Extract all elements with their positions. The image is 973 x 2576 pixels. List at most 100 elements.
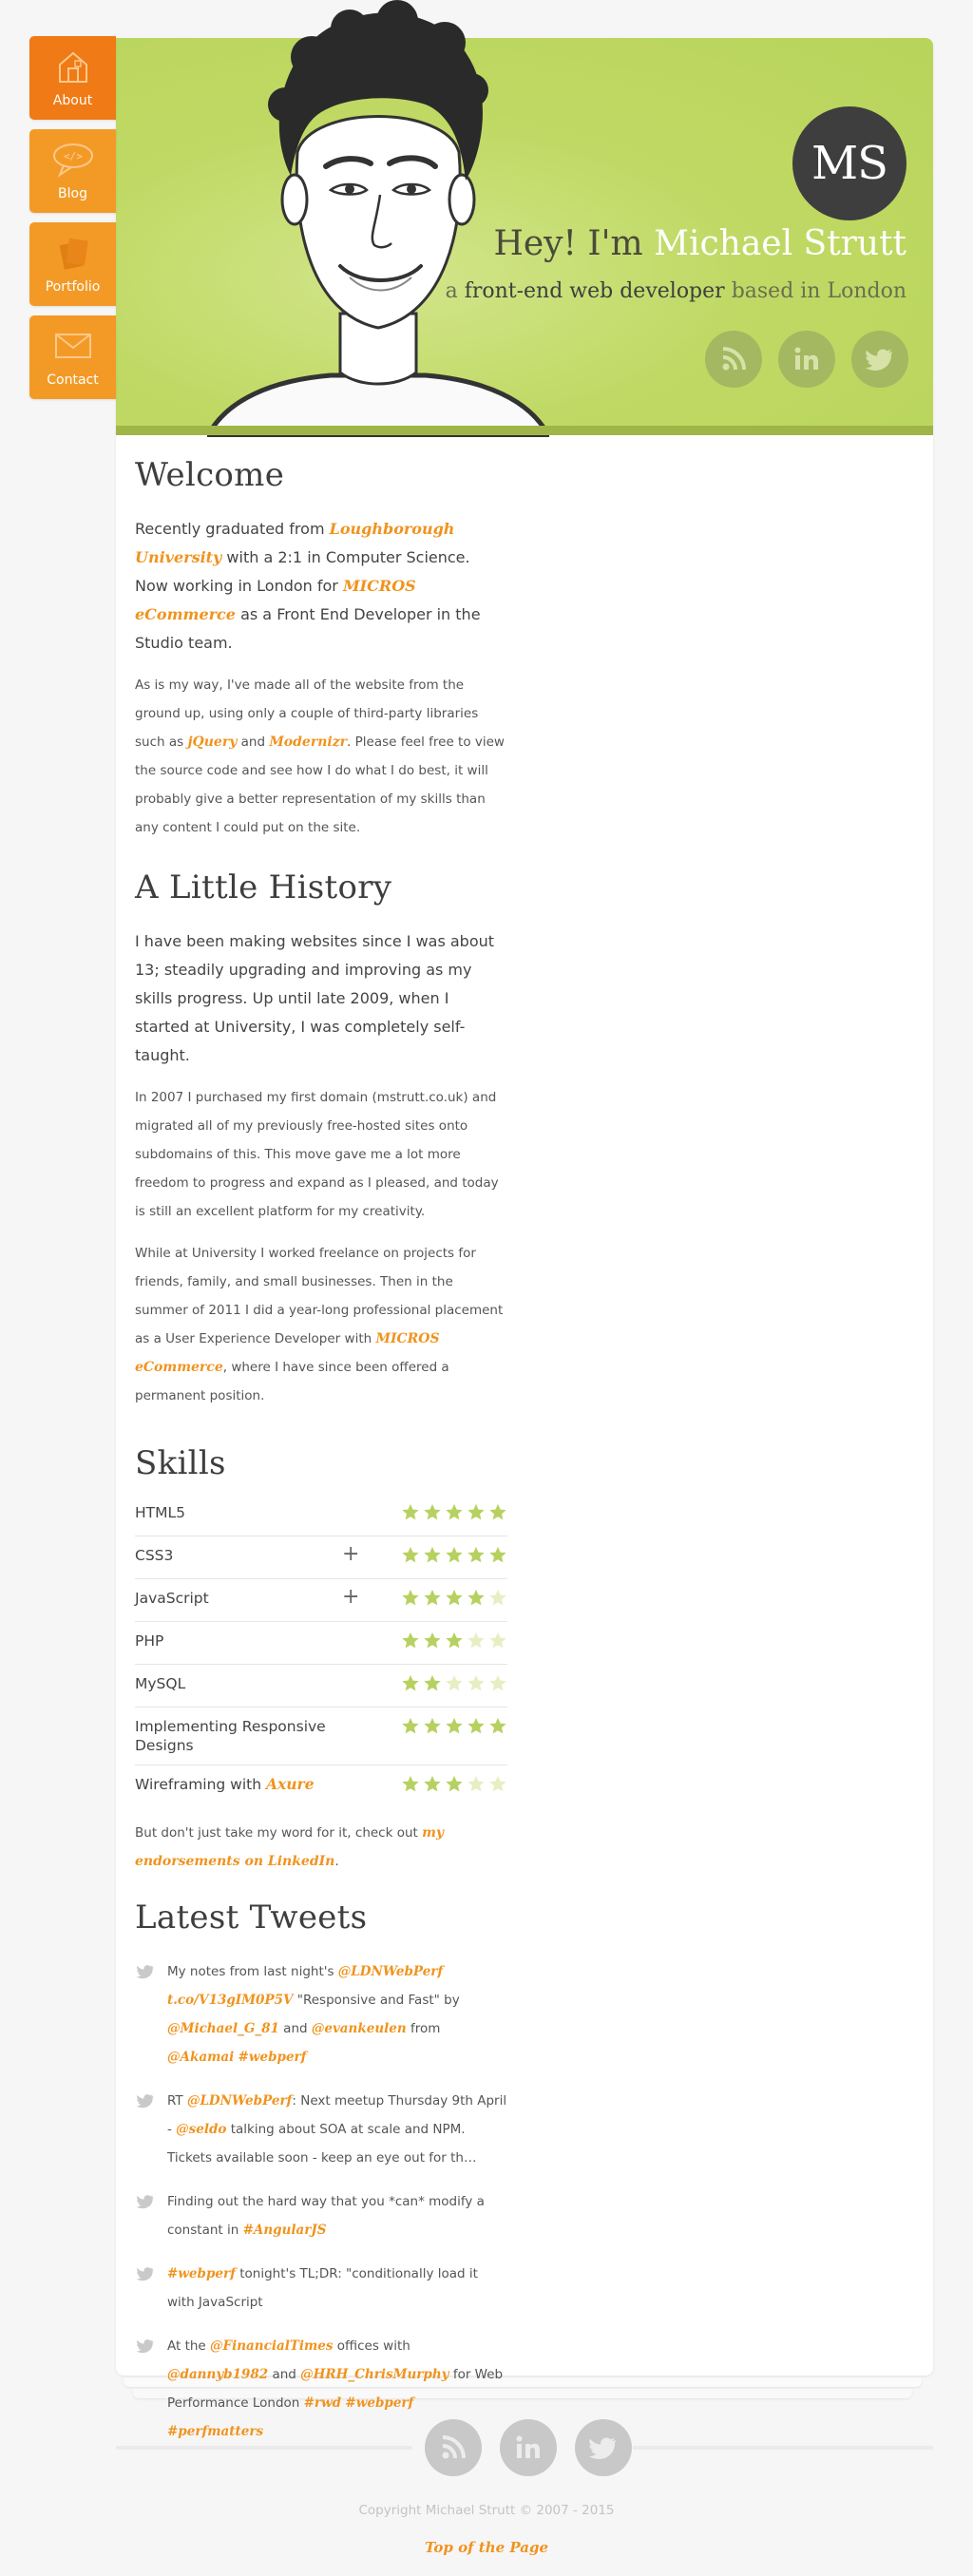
welcome-lead: Recently graduated from Loughborough Uni… — [135, 515, 507, 658]
tweet-item: #webperf tonight's TL;DR: "conditionally… — [135, 2260, 507, 2317]
nav-contact-label: Contact — [47, 372, 99, 388]
rss-button[interactable] — [704, 331, 762, 388]
modernizr-link[interactable]: Modernizr — [269, 735, 347, 750]
owner-name: Michael Strutt — [654, 224, 906, 263]
tweet-list: My notes from last night's @LDNWebPerf t… — [135, 1957, 507, 2446]
star-icon — [489, 1631, 506, 1649]
mention-link[interactable]: @dannyb1982 — [167, 2367, 268, 2382]
nav-about[interactable]: About — [29, 36, 116, 120]
rss-icon — [442, 2435, 466, 2459]
star-rating — [398, 1775, 507, 1796]
footer-linkedin-button[interactable] — [500, 2419, 558, 2476]
tagline: a front-end web developer based in Londo… — [446, 279, 906, 303]
star-icon — [402, 1546, 419, 1563]
greeting-text: Hey! I'm — [493, 224, 643, 263]
greeting-heading: Hey! I'm Michael Strutt — [493, 224, 906, 263]
star-icon — [446, 1503, 463, 1520]
hashtag-link[interactable]: #webperf — [345, 2395, 413, 2411]
footer-rss-button[interactable] — [425, 2419, 482, 2476]
copyright-text: Copyright Michael Strutt © 2007 - 2015 — [358, 2503, 615, 2518]
star-rating — [398, 1674, 507, 1695]
nav-about-label: About — [52, 93, 93, 108]
mention-link[interactable]: @Michael_G_81 — [167, 2021, 279, 2036]
star-icon — [424, 1775, 441, 1792]
skill-row[interactable]: CSS3 + — [135, 1536, 507, 1579]
star-icon — [467, 1589, 485, 1606]
linkedin-button[interactable] — [777, 331, 835, 388]
star-icon — [467, 1503, 485, 1520]
footer-divider — [633, 2446, 933, 2450]
skill-name: JavaScript — [135, 1589, 334, 1608]
twitter-icon — [136, 2339, 154, 2354]
hashtag-link[interactable]: #perfmatters — [167, 2424, 263, 2439]
skill-name-text: Implementing Responsive Designs — [135, 1718, 326, 1754]
mention-link[interactable]: @LDNWebPerf — [187, 2093, 292, 2109]
twitter-icon — [136, 1965, 154, 1979]
star-rating — [398, 1631, 507, 1652]
mention-link[interactable]: @seldo — [176, 2122, 226, 2137]
hashtag-link[interactable]: #webperf — [167, 2266, 236, 2281]
star-icon — [467, 1546, 485, 1563]
mention-link[interactable]: @evankeulen — [312, 2021, 407, 2036]
twitter-button[interactable] — [851, 331, 908, 388]
house-icon — [58, 51, 87, 83]
mention-link[interactable]: @Akamai — [167, 2050, 234, 2065]
skill-name-text: CSS3 — [135, 1547, 174, 1564]
skill-name: Wireframing with Axure — [135, 1775, 334, 1794]
skill-row: MySQL — [135, 1665, 507, 1708]
hashtag-link[interactable]: #AngularJS — [243, 2223, 327, 2238]
hashtag-link[interactable]: #rwd — [304, 2395, 342, 2411]
twitter-icon — [588, 2437, 617, 2459]
history-paragraph: While at University I worked freelance o… — [135, 1239, 507, 1410]
expand-plus-icon[interactable]: + — [342, 1587, 359, 1608]
linkedin-icon — [516, 2435, 541, 2458]
expand-plus-icon[interactable]: + — [342, 1544, 359, 1565]
axure-link[interactable]: Axure — [266, 1775, 315, 1793]
documents-icon — [59, 238, 88, 270]
linkedin-icon — [794, 347, 818, 370]
ms-logo: MS — [792, 106, 906, 220]
skill-name: HTML5 — [135, 1503, 334, 1522]
svg-text:</>: </> — [64, 150, 83, 162]
nav-contact[interactable]: Contact — [29, 315, 116, 399]
star-rating — [398, 1546, 507, 1567]
skill-row: Implementing Responsive Designs — [135, 1708, 507, 1765]
twitter-icon — [136, 2195, 154, 2209]
history-lead: I have been making websites since I was … — [135, 932, 495, 1064]
star-icon — [446, 1775, 463, 1792]
star-rating — [398, 1717, 507, 1738]
skill-row[interactable]: JavaScript + — [135, 1579, 507, 1622]
footer-twitter-button[interactable] — [575, 2419, 633, 2476]
top-of-page-link[interactable]: Top of the Page — [425, 2539, 548, 2556]
header-banner: MS Hey! I'm Michael Strutt a front-end w… — [116, 0, 933, 437]
nav-blog[interactable]: </> Blog — [29, 129, 116, 213]
top-link-wrap: Top of the Page — [0, 2539, 973, 2556]
header-divider — [116, 426, 933, 435]
star-icon — [424, 1717, 441, 1734]
tagline-suffix: based in London — [731, 279, 906, 303]
jquery-link[interactable]: jQuery — [187, 735, 237, 750]
main-card: MS Hey! I'm Michael Strutt a front-end w… — [116, 0, 933, 2439]
text: While at University I worked freelance o… — [135, 1246, 504, 1346]
hashtag-link[interactable]: #webperf — [238, 2050, 307, 2065]
star-icon — [467, 1717, 485, 1734]
mention-link[interactable]: @HRH_ChrisMurphy — [300, 2367, 448, 2382]
tweet-text: from — [406, 2021, 441, 2036]
star-icon — [424, 1546, 441, 1563]
mention-link[interactable]: @LDNWebPerf — [338, 1964, 443, 1979]
history-paragraph: In 2007 I purchased my first domain (mst… — [135, 1090, 499, 1219]
skill-name: PHP — [135, 1631, 334, 1651]
star-icon — [467, 1631, 485, 1649]
star-icon — [402, 1503, 419, 1520]
twitter-icon — [136, 2094, 154, 2109]
tagline-role: front-end web developer — [464, 279, 725, 303]
mention-link[interactable]: @FinancialTimes — [210, 2338, 333, 2354]
skill-row: PHP — [135, 1622, 507, 1665]
skill-name: Implementing Responsive Designs — [135, 1717, 334, 1755]
nav-portfolio[interactable]: Portfolio — [29, 222, 116, 306]
url-link[interactable]: t.co/V13gIM0P5V — [167, 1993, 293, 2008]
welcome-heading: Welcome — [135, 456, 285, 494]
star-icon — [424, 1631, 441, 1649]
tweet-item: RT @LDNWebPerf: Next meetup Thursday 9th… — [135, 2087, 507, 2172]
skill-name-text: MySQL — [135, 1675, 186, 1692]
